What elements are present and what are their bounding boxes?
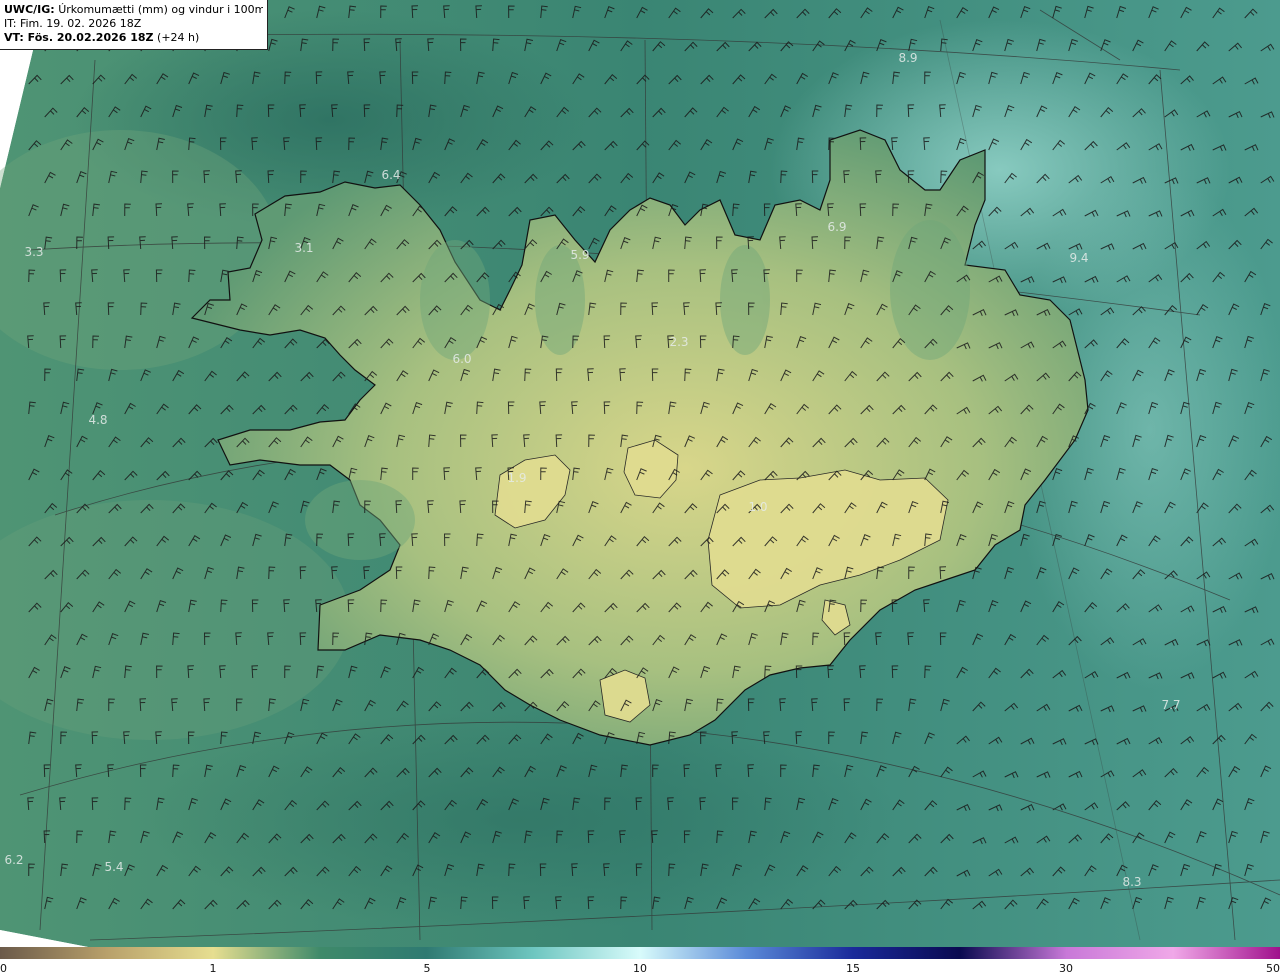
value-label: 8.9 (898, 51, 917, 65)
value-label: 7.7 (1161, 698, 1180, 712)
value-label: 2.3 (669, 335, 688, 349)
value-label: 1.0 (748, 500, 767, 514)
colorbar-tick-label: 10 (633, 962, 647, 975)
forecast-offset: (+24 h) (153, 31, 200, 44)
product-code: UWC/IG: (4, 3, 55, 16)
value-label: 3.1 (294, 241, 313, 255)
value-label: 5.9 (570, 248, 589, 262)
value-label: 6.2 (4, 853, 23, 867)
valid-time: VT: Fös. 20.02.2026 18Z (4, 31, 154, 44)
value-label: 9.4 (1069, 251, 1088, 265)
value-label: 6.4 (381, 168, 400, 182)
title-box: UWC/IG: Úrkomumætti (mm) og vindur i 100… (0, 0, 268, 50)
colorbar-tick-label: 5 (423, 962, 431, 975)
colorbar-labels: 0 1 5 10 15 30 50 (0, 962, 1280, 976)
value-label: 6.9 (827, 220, 846, 234)
value-label: 4.8 (88, 413, 107, 427)
value-label: 8.3 (1122, 875, 1141, 889)
value-label: 1.9 (507, 471, 526, 485)
colorbar-tick-label: 0 (0, 962, 7, 975)
product-description: Úrkomumætti (mm) og vindur i 100m hæð (58, 3, 263, 16)
weather-map: 6.4 3.1 3.3 5.9 6.9 8.9 9.4 6.0 2.3 4.8 1.0 1.9 7.7 6… (0, 0, 1280, 947)
colorbar (0, 947, 1280, 959)
value-label: 3.3 (24, 245, 43, 259)
colorbar-tick-label: 15 (846, 962, 860, 975)
value-label: 6.0 (452, 352, 471, 366)
init-time: IT: Fim. 19. 02. 2026 18Z (4, 17, 142, 30)
colorbar-tick-label: 30 (1059, 962, 1073, 975)
value-label: 5.4 (104, 860, 123, 874)
colorbar-tick-label: 50 (1266, 962, 1280, 975)
colorbar-tick-label: 1 (209, 962, 217, 975)
